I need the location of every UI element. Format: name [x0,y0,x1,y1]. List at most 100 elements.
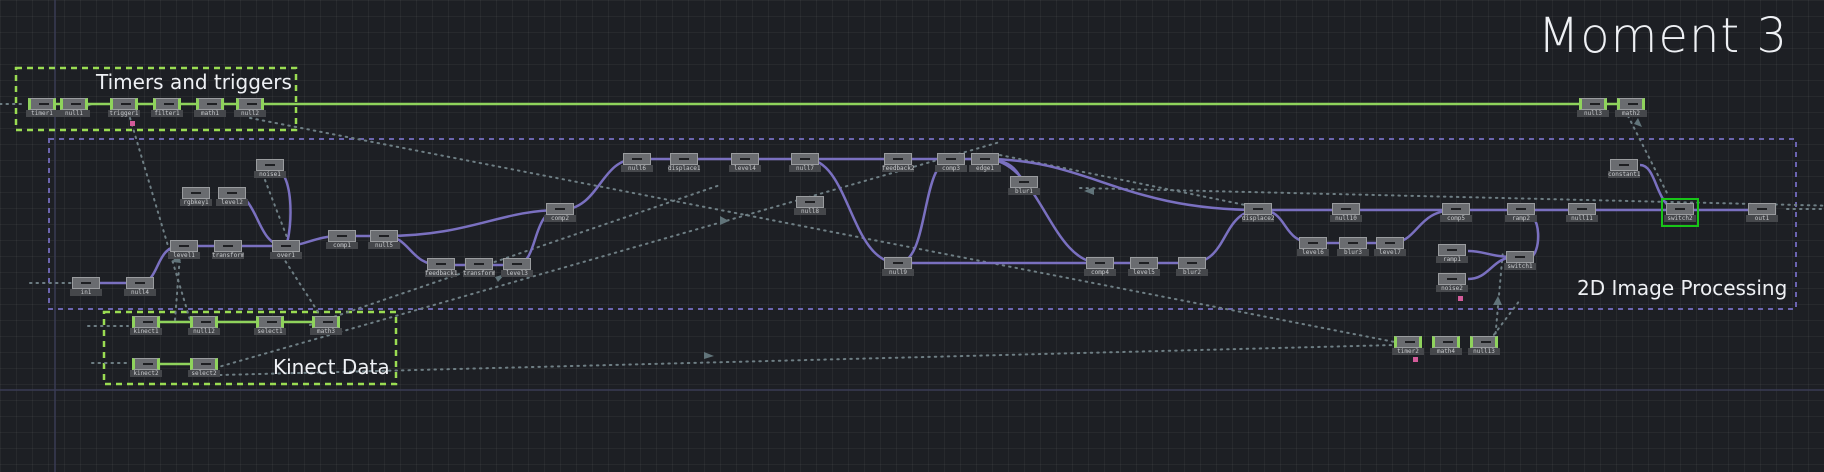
network-editor[interactable]: Moment 3 Timers and triggers 2D Image Pr… [0,0,1824,472]
operator-name-label[interactable]: rgbkey1 [180,199,212,206]
operator-node-switch1[interactable]: switch1 [1504,251,1536,270]
operator-viewer[interactable] [1299,237,1327,249]
operator-viewer[interactable] [1438,273,1466,285]
operator-node-null5[interactable]: null5 [368,230,400,249]
operator-node-math4[interactable]: math4 [1430,336,1462,355]
operator-node-level7[interactable]: level7 [1374,237,1406,256]
operator-viewer[interactable] [1432,336,1460,348]
operator-node-timer1[interactable]: timer1 [26,98,58,117]
operator-node-null8[interactable]: null8 [794,196,826,215]
operator-viewer[interactable] [1332,203,1360,215]
operator-viewer[interactable] [256,316,284,328]
operator-name-label[interactable]: comp2 [544,215,576,222]
operator-node-comp3[interactable]: comp3 [935,153,967,172]
operator-name-label[interactable]: null1 [58,110,90,117]
operator-name-label[interactable]: in1 [70,289,102,296]
operator-node-constant1[interactable]: constant1 [1608,159,1640,178]
operator-viewer[interactable] [370,230,398,242]
operator-name-label[interactable]: null12 [188,328,220,335]
operator-name-label[interactable]: filter1 [151,110,183,117]
operator-node-null2[interactable]: null2 [234,98,266,117]
operator-viewer[interactable] [60,98,88,110]
operator-viewer[interactable] [190,358,218,370]
operator-viewer[interactable] [28,98,56,110]
operator-viewer[interactable] [503,258,531,270]
operator-node-kinect2[interactable]: kinect2 [130,358,162,377]
operator-viewer[interactable] [1339,237,1367,249]
operator-viewer[interactable] [731,153,759,165]
operator-name-label[interactable]: ramp1 [1436,256,1468,263]
operator-viewer[interactable] [1666,203,1694,215]
operator-viewer[interactable] [1568,203,1596,215]
operator-viewer[interactable] [1506,251,1534,263]
operator-name-label[interactable]: null3 [1577,110,1609,117]
operator-viewer[interactable] [884,153,912,165]
operator-node-null7[interactable]: null7 [789,153,821,172]
operator-name-label[interactable]: comp1 [326,242,358,249]
operator-viewer[interactable] [1442,203,1470,215]
operator-node-filter1[interactable]: filter1 [151,98,183,117]
operator-viewer[interactable] [1438,244,1466,256]
operator-node-level3[interactable]: level3 [501,258,533,277]
operator-viewer[interactable] [272,240,300,252]
operator-name-label[interactable]: level3 [501,270,533,277]
operator-viewer[interactable] [328,230,356,242]
operator-viewer[interactable] [1376,237,1404,249]
operator-viewer[interactable] [1507,203,1535,215]
operator-name-label[interactable]: comp5 [1440,215,1472,222]
operator-name-label[interactable]: out1 [1746,215,1778,222]
operator-viewer[interactable] [110,98,138,110]
operator-node-null1[interactable]: null1 [58,98,90,117]
operator-viewer[interactable] [884,257,912,269]
operator-node-over1[interactable]: over1 [270,240,302,259]
operator-node-timer2[interactable]: timer2 [1392,336,1424,355]
operator-viewer[interactable] [623,153,651,165]
operator-viewer[interactable] [256,159,284,171]
operator-node-edge1[interactable]: edge1 [969,153,1001,172]
operator-node-transform1[interactable]: transform1 [463,258,495,277]
operator-node-null3[interactable]: null3 [1577,98,1609,117]
operator-name-label[interactable]: edge1 [969,165,1001,172]
operator-node-comp4[interactable]: comp4 [1084,257,1116,276]
operator-viewer[interactable] [196,98,224,110]
operator-viewer[interactable] [1579,98,1607,110]
operator-name-label[interactable]: level2 [216,199,248,206]
operator-node-out1[interactable]: out1 [1746,203,1778,222]
operator-name-label[interactable]: null5 [368,242,400,249]
operator-name-label[interactable]: switch2 [1664,215,1696,222]
operator-node-comp1[interactable]: comp1 [326,230,358,249]
operator-viewer[interactable] [218,187,246,199]
operator-node-comp5[interactable]: comp5 [1440,203,1472,222]
operator-viewer[interactable] [546,203,574,215]
operator-name-label[interactable]: level5 [1128,269,1160,276]
operator-name-label[interactable]: displace2 [1242,215,1274,222]
operator-viewer[interactable] [1130,257,1158,269]
operator-name-label[interactable]: level4 [729,165,761,172]
operator-name-label[interactable]: transform2 [212,252,244,259]
operator-node-displace2[interactable]: displace2 [1242,203,1274,222]
operator-viewer[interactable] [1610,159,1638,171]
operator-viewer[interactable] [72,277,100,289]
operator-name-label[interactable]: null10 [1330,215,1362,222]
operator-name-label[interactable]: trigger1 [108,110,140,117]
operator-name-label[interactable]: over1 [270,252,302,259]
operator-name-label[interactable]: kinect1 [130,328,162,335]
operator-node-kinect1[interactable]: kinect1 [130,316,162,335]
operator-name-label[interactable]: timer1 [26,110,58,117]
operator-name-label[interactable]: kinect2 [130,370,162,377]
operator-node-blur2[interactable]: blur2 [1176,257,1208,276]
operator-name-label[interactable]: displace1 [668,165,700,172]
operator-name-label[interactable]: math2 [1615,110,1647,117]
operator-viewer[interactable] [465,258,493,270]
operator-name-label[interactable]: timer2 [1392,348,1424,355]
operator-node-math2[interactable]: math2 [1615,98,1647,117]
operator-name-label[interactable]: math4 [1430,348,1462,355]
operator-name-label[interactable]: null9 [882,269,914,276]
operator-name-label[interactable]: math1 [194,110,226,117]
operator-node-level6[interactable]: level6 [1297,237,1329,256]
operator-viewer[interactable] [132,316,160,328]
operator-node-null12[interactable]: null12 [188,316,220,335]
operator-name-label[interactable]: null4 [124,289,156,296]
operator-node-level5[interactable]: level5 [1128,257,1160,276]
operator-node-trigger1[interactable]: trigger1 [108,98,140,117]
